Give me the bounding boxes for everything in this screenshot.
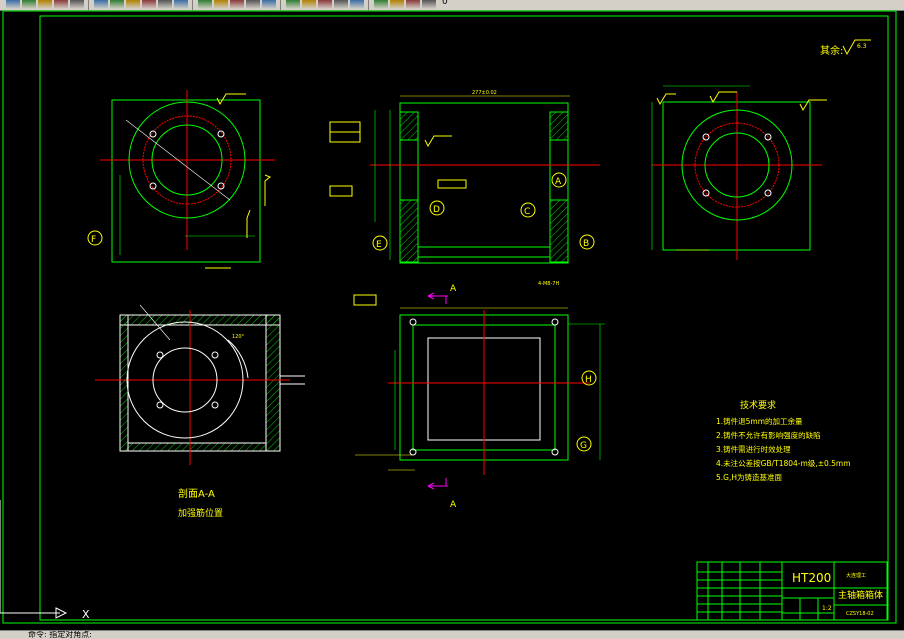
preview-icon[interactable] <box>38 0 52 9</box>
part-name-label: 主轴箱箱体 <box>838 589 883 601</box>
layer-dropdown-value[interactable]: 0 <box>442 0 448 7</box>
section-letter-top: A <box>450 284 457 294</box>
publish-icon[interactable] <box>54 0 68 9</box>
design-center-icon[interactable] <box>302 0 316 9</box>
angle-label: 120° <box>232 334 245 340</box>
block-editor-icon[interactable] <box>158 0 172 9</box>
sheet-set-icon[interactable] <box>334 0 348 9</box>
view-marker-d-label: D <box>433 205 440 215</box>
drawing-svg[interactable]: 其余: 6.3 F 277±0.02 A C D E B 4-M8-7H 120… <box>0 10 904 630</box>
view-marker-h-label: H <box>585 375 592 385</box>
section-label: 剖面A-A <box>178 487 215 500</box>
redo-icon[interactable] <box>198 0 212 9</box>
material-label: HT200 <box>792 571 831 585</box>
cut-icon[interactable] <box>94 0 108 9</box>
right-end-view[interactable] <box>651 85 827 260</box>
zoom-previous-icon[interactable] <box>262 0 276 9</box>
section-a-a-view[interactable]: 120° <box>95 304 305 465</box>
tech-item: 3.铸件需进行时效处理 <box>716 444 791 454</box>
pan-icon[interactable] <box>214 0 228 9</box>
zoom-realtime-icon[interactable] <box>230 0 244 9</box>
technical-requirements: 技术要求 1.铸件退5mm的加工余量 2.铸件不允许有影响强度的缺陷 3.铸件需… <box>716 399 851 482</box>
layer-manager-icon[interactable] <box>406 0 420 9</box>
view-marker-c-label: C <box>524 207 530 217</box>
undo-icon[interactable] <box>174 0 188 9</box>
view-marker-e-label: E <box>376 240 382 250</box>
ucs-icon <box>0 500 68 619</box>
roughness-note: 其余: <box>820 44 843 57</box>
zoom-window-icon[interactable] <box>246 0 260 9</box>
paste-icon[interactable] <box>126 0 140 9</box>
section-letter-bottom: A <box>450 500 457 510</box>
tech-item: 4.未注公差按GB/T1804-m级,±0.5mm <box>716 458 851 468</box>
tech-title: 技术要求 <box>740 399 776 411</box>
ucs-x-label: X <box>82 608 90 621</box>
overall-length-dimension: 277±0.02 <box>472 90 497 96</box>
view-marker-a-label: A <box>555 177 562 187</box>
tech-item: 2.铸件不允许有影响强度的缺陷 <box>716 430 821 440</box>
layer-state-icon[interactable] <box>422 0 436 9</box>
save-icon[interactable] <box>6 0 20 9</box>
drawing-number-label: CZSY18-02 <box>846 611 874 617</box>
match-properties-icon[interactable] <box>142 0 156 9</box>
toolbar-separator <box>368 0 369 10</box>
tool-palettes-icon[interactable] <box>318 0 332 9</box>
view-marker-f-label: F <box>91 235 96 245</box>
toolbar-separator <box>192 0 193 10</box>
markup-icon[interactable] <box>350 0 364 9</box>
left-end-view[interactable] <box>100 90 275 269</box>
help-icon[interactable] <box>390 0 404 9</box>
company-label: 大连理工 <box>846 572 866 579</box>
scale-label: 1:2 <box>822 605 832 612</box>
bottom-thread-dimension: 4-M8-7H <box>538 281 559 287</box>
section-sublabel: 加强筋位置 <box>178 507 223 519</box>
drawing-canvas[interactable]: 其余: 6.3 F 277±0.02 A C D E B 4-M8-7H 120… <box>0 10 904 630</box>
roughness-value: 6.3 <box>857 43 867 50</box>
section-arrow-bottom <box>427 482 448 490</box>
tech-item: 1.铸件退5mm的加工余量 <box>716 416 803 426</box>
view-marker-b-label: B <box>583 239 589 249</box>
toolbar-separator <box>88 0 89 10</box>
properties-icon[interactable] <box>286 0 300 9</box>
toolbar-separator <box>280 0 281 10</box>
plot-icon[interactable] <box>70 0 84 9</box>
calculator-icon[interactable] <box>374 0 388 9</box>
plan-view[interactable] <box>353 294 605 475</box>
section-arrow-top <box>427 292 448 300</box>
tech-item: 5.G,H为铸造基准面 <box>716 472 782 482</box>
view-marker-g-label: G <box>580 441 587 451</box>
print-icon[interactable] <box>22 0 36 9</box>
copy-icon[interactable] <box>110 0 124 9</box>
